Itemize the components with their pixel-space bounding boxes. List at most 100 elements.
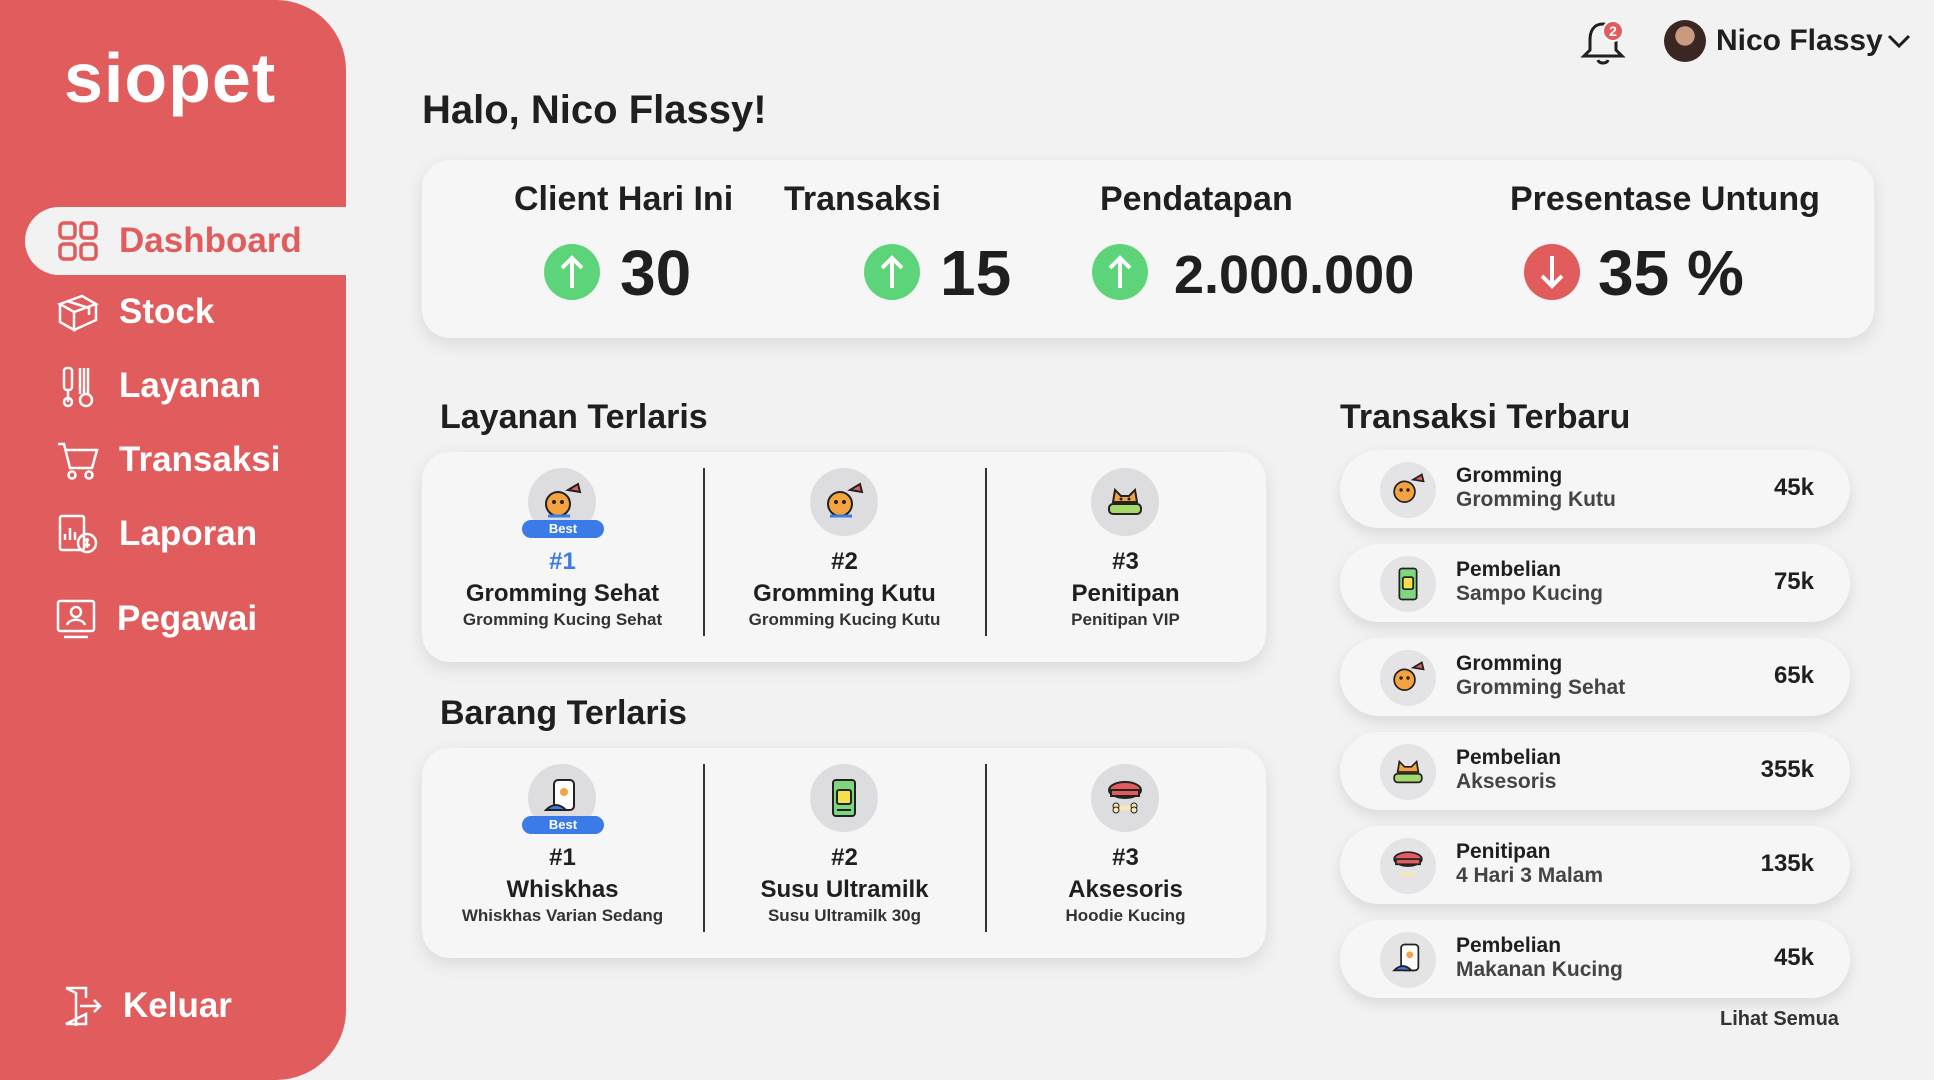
- sidebar-item-label: Layanan: [119, 366, 261, 405]
- grooming-tools-icon: [55, 363, 101, 409]
- transaction-detail: Aksesoris: [1456, 770, 1557, 793]
- transaction-amount: 65k: [1773, 662, 1814, 689]
- page-greeting: Halo, Nico Flassy!: [422, 88, 767, 132]
- item-subtitle: Whiskhas Varian Sedang: [461, 906, 664, 925]
- collar-bone-icon: [1380, 838, 1436, 894]
- user-name[interactable]: Nico Flassy: [1716, 24, 1883, 58]
- transaction-detail: Gromming Sehat: [1456, 676, 1626, 699]
- avatar[interactable]: [1664, 20, 1706, 62]
- rank-label: #3: [1112, 844, 1139, 871]
- stat-value: 2.000.000: [1174, 245, 1415, 305]
- logout-button[interactable]: Keluar: [25, 972, 346, 1040]
- milk-pack-icon: [810, 764, 878, 832]
- list-item[interactable]: #2 Susu Ultramilk Susu Ultramilk 30g: [704, 748, 985, 958]
- sidebar: siopet Dashboard Stock Layanan Transaksi…: [0, 0, 346, 1080]
- sidebar-item-label: Transaksi: [119, 440, 281, 479]
- transaction-type: Penitipan: [1456, 840, 1551, 863]
- stat-title: Client Hari Ini: [514, 180, 734, 218]
- list-item[interactable]: #2 Gromming Kutu Gromming Kucing Kutu: [704, 452, 985, 662]
- stat-pendapatan: Pendatapan 2.000.000: [1062, 160, 1452, 338]
- rank-label: #1: [549, 548, 576, 575]
- stats-card: Client Hari Ini 30 Transaksi 15 Pendatap…: [422, 160, 1874, 338]
- transaction-type: Gromming: [1456, 464, 1563, 487]
- sidebar-item-laporan[interactable]: Laporan: [25, 500, 346, 568]
- stat-value: 15: [940, 237, 1012, 309]
- app-logo[interactable]: siopet: [64, 38, 276, 118]
- sidebar-item-transaksi[interactable]: Transaksi: [25, 426, 346, 494]
- logout-icon: [59, 983, 105, 1029]
- section-title-barang: Barang Terlaris: [440, 694, 687, 732]
- sidebar-item-label: Pegawai: [117, 599, 258, 638]
- best-badge: Best: [522, 816, 604, 834]
- transaction-row[interactable]: Gromming Gromming Kutu 45k: [1340, 450, 1850, 528]
- top-products-card: Best #1 Whiskhas Whiskhas Varian Sedang …: [422, 748, 1266, 958]
- transaction-detail: Makanan Kucing: [1456, 958, 1623, 981]
- item-subtitle: Gromming Kucing Sehat: [462, 610, 663, 629]
- section-title-transaksi: Transaksi Terbaru: [1340, 398, 1631, 436]
- sidebar-item-pegawai[interactable]: Pegawai: [25, 585, 346, 653]
- section-title-layanan: Layanan Terlaris: [440, 398, 708, 436]
- chevron-down-icon[interactable]: [1886, 32, 1912, 50]
- transaction-row[interactable]: Pembelian Sampo Kucing 75k: [1340, 544, 1850, 622]
- transaction-row[interactable]: Gromming Gromming Sehat 65k: [1340, 638, 1850, 716]
- stat-transaksi: Transaksi 15: [742, 160, 1062, 338]
- sidebar-item-label: Dashboard: [119, 221, 302, 260]
- stat-untung: Presentase Untung 35 %: [1452, 160, 1874, 338]
- collar-bone-icon: [1091, 764, 1159, 832]
- sidebar-item-dashboard[interactable]: Dashboard: [25, 207, 346, 275]
- item-name: Susu Ultramilk: [760, 876, 929, 903]
- rank-label: #2: [831, 844, 858, 871]
- shampoo-icon: [1380, 556, 1436, 612]
- arrow-up-icon: [544, 244, 600, 300]
- dog-grooming-icon: [810, 468, 878, 536]
- transaction-type: Gromming: [1456, 652, 1563, 675]
- list-item[interactable]: Best #1 Gromming Sehat Gromming Kucing S…: [422, 452, 703, 662]
- transaction-amount: 45k: [1773, 474, 1814, 501]
- cart-icon: [55, 437, 101, 483]
- transaction-amount: 135k: [1760, 850, 1814, 877]
- transaction-row[interactable]: Pembelian Makanan Kucing 45k: [1340, 920, 1850, 998]
- notification-badge: 2: [1602, 20, 1624, 42]
- transaction-amount: 355k: [1760, 756, 1814, 783]
- top-services-card: Best #1 Gromming Sehat Gromming Kucing S…: [422, 452, 1266, 662]
- item-name: Gromming Kutu: [753, 580, 936, 607]
- transaction-detail: Gromming Kutu: [1456, 488, 1616, 511]
- transaction-amount: 45k: [1773, 944, 1814, 971]
- rank-label: #2: [831, 548, 858, 575]
- item-subtitle: Gromming Kucing Kutu: [748, 610, 941, 629]
- transaction-detail: 4 Hari 3 Malam: [1456, 864, 1604, 887]
- list-item[interactable]: #3 Aksesoris Hoodie Kucing: [985, 748, 1266, 958]
- see-all-link[interactable]: Lihat Semua: [1720, 1008, 1839, 1031]
- item-name: Aksesoris: [1068, 876, 1183, 903]
- sidebar-item-label: Stock: [119, 292, 215, 331]
- cat-bed-icon: [1091, 468, 1159, 536]
- sidebar-item-stock[interactable]: Stock: [25, 278, 346, 346]
- stat-title: Transaksi: [784, 180, 941, 218]
- arrow-up-icon: [1092, 244, 1148, 300]
- stat-title: Pendatapan: [1100, 180, 1293, 218]
- report-icon: [55, 511, 101, 557]
- item-name: Penitipan: [1071, 580, 1180, 607]
- best-badge: Best: [522, 520, 604, 538]
- grid-icon: [55, 218, 101, 264]
- sidebar-item-layanan[interactable]: Layanan: [25, 352, 346, 420]
- stat-title: Presentase Untung: [1510, 180, 1820, 218]
- item-name: Gromming Sehat: [465, 580, 660, 607]
- stat-value: 30: [620, 237, 692, 309]
- sidebar-item-label: Laporan: [119, 514, 258, 553]
- box-icon: [55, 289, 101, 335]
- transaction-row[interactable]: Pembelian Aksesoris 355k: [1340, 732, 1850, 810]
- item-name: Whiskhas: [506, 876, 619, 903]
- cat-bed-icon: [1380, 744, 1436, 800]
- rank-label: #1: [549, 844, 576, 871]
- list-item[interactable]: Best #1 Whiskhas Whiskhas Varian Sedang: [422, 748, 703, 958]
- stat-client: Client Hari Ini 30: [422, 160, 742, 338]
- transaction-amount: 75k: [1773, 568, 1814, 595]
- rank-label: #3: [1112, 548, 1139, 575]
- list-item[interactable]: #3 Penitipan Penitipan VIP: [985, 452, 1266, 662]
- logout-label: Keluar: [123, 986, 232, 1025]
- transaction-row[interactable]: Penitipan 4 Hari 3 Malam 135k: [1340, 826, 1850, 904]
- dog-grooming-icon: [1380, 650, 1436, 706]
- employee-icon: [53, 596, 99, 642]
- stat-value: 35 %: [1598, 237, 1744, 309]
